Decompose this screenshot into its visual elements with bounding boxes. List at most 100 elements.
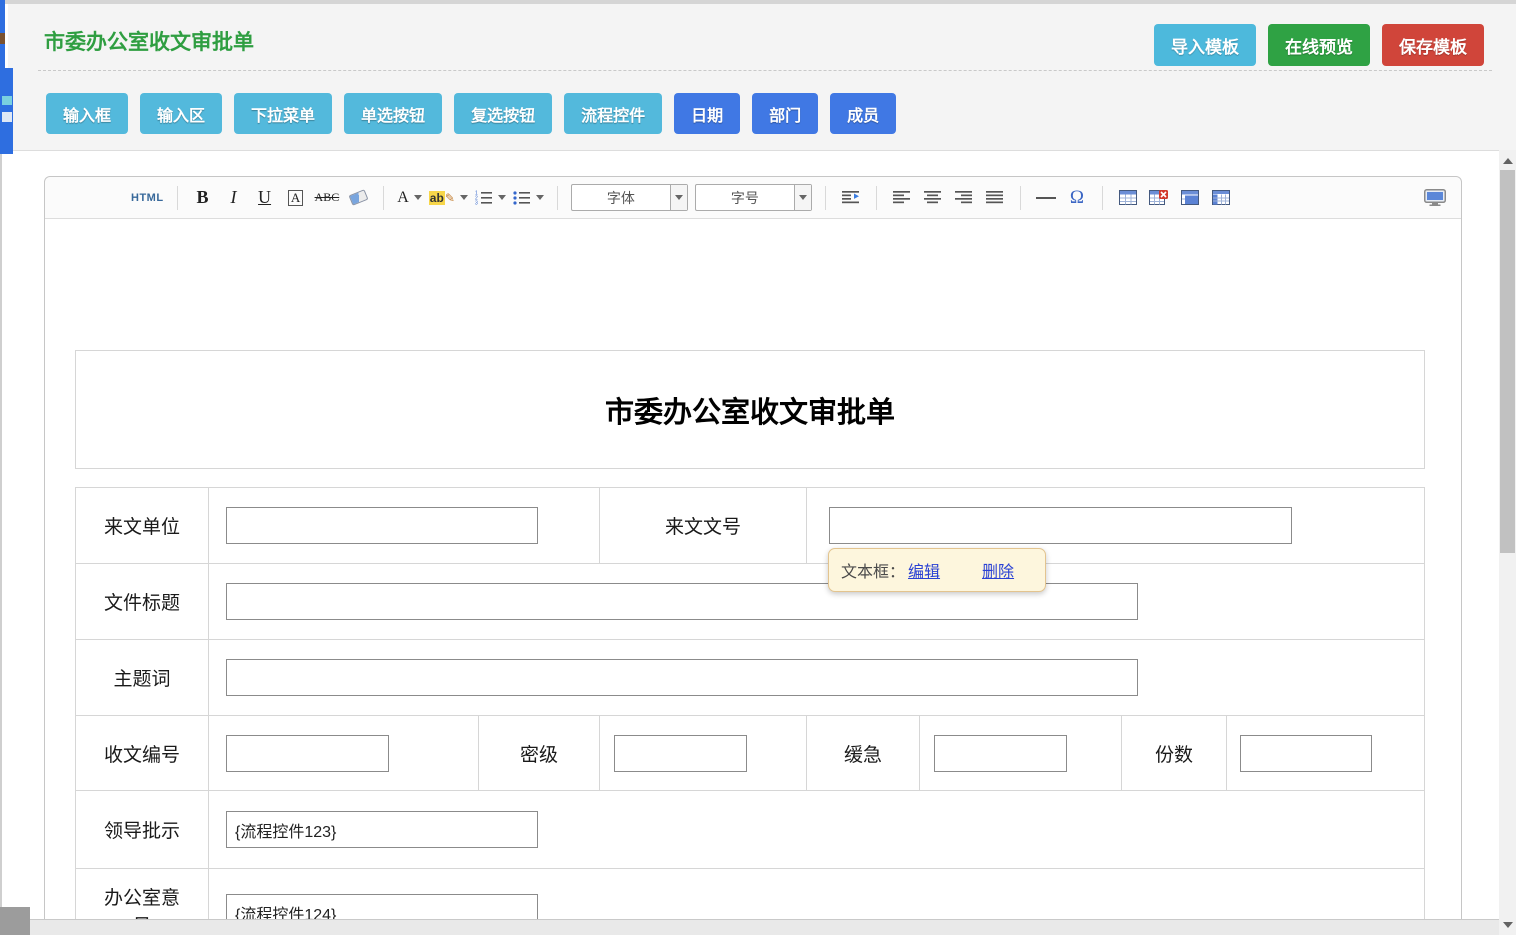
font-size-select[interactable]: 字号 [695, 184, 812, 211]
field-label: 来文单位 [76, 512, 208, 539]
indent-icon[interactable] [839, 185, 863, 211]
window-left-edge [0, 154, 2, 914]
table-row: 文件标题 [76, 563, 1424, 639]
field-label: 领导批示 [76, 816, 208, 843]
chevron-down-icon [414, 195, 422, 200]
copies-count-input[interactable] [1240, 735, 1372, 772]
toolbar-separator [177, 186, 178, 210]
field-label: 份数 [1122, 740, 1226, 767]
table-row: 收文编号 密级 缓急 份数 [76, 715, 1424, 790]
table-row: 来文单位 来文文号 [76, 488, 1424, 563]
bold-icon[interactable]: B [191, 185, 215, 211]
window-bottom-corner [0, 907, 30, 935]
secrecy-level-input[interactable] [614, 735, 747, 772]
editor-toolbar: HTML B I U A ABC A ab ✎ 1 2 3 [45, 177, 1461, 219]
editor-document[interactable]: 市委办公室收文审批单 来文单位 来文文号 文件标题 [45, 219, 1461, 935]
chevron-down-icon [460, 195, 468, 200]
html-source-button[interactable]: HTML [131, 185, 164, 211]
incoming-doc-number-input[interactable] [829, 507, 1292, 544]
background-window-icon [0, 33, 5, 44]
widget-button-row: 输入框 输入区 下拉菜单 单选按钮 复选按钮 流程控件 日期 部门 成员 [46, 93, 896, 134]
widget-date-button[interactable]: 日期 [674, 93, 740, 134]
delete-field-link[interactable]: 删除 [982, 558, 1014, 582]
field-tooltip: 文本框： 编辑 删除 [828, 548, 1046, 592]
widget-member-button[interactable]: 成员 [830, 93, 896, 134]
insert-table-icon[interactable] [1116, 185, 1140, 211]
chevron-down-icon [670, 185, 687, 210]
remove-format-eraser-icon[interactable] [346, 185, 370, 211]
import-template-button[interactable]: 导入模板 [1154, 24, 1256, 66]
incoming-unit-input[interactable] [226, 507, 538, 544]
highlight-color-icon[interactable]: ab ✎ [429, 185, 468, 211]
underline-icon[interactable]: U [253, 185, 277, 211]
background-window-icon [2, 112, 12, 122]
field-label: 缓急 [807, 740, 919, 767]
delete-table-icon[interactable] [1147, 185, 1171, 211]
align-right-icon[interactable] [952, 185, 976, 211]
document-blank-area [75, 469, 1461, 487]
form-title: 市委办公室收文审批单 [605, 389, 895, 431]
subject-words-input[interactable] [226, 659, 1138, 696]
ordered-list-icon[interactable]: 1 2 3 [475, 185, 506, 211]
horizontal-rule-icon[interactable] [1034, 185, 1058, 211]
scroll-down-button[interactable] [1499, 916, 1516, 933]
widget-checkbox-button[interactable]: 复选按钮 [454, 93, 552, 134]
font-family-select[interactable]: 字体 [571, 184, 688, 211]
chevron-down-icon [794, 185, 811, 210]
tooltip-label: 文本框： [841, 558, 905, 582]
svg-text:3: 3 [475, 201, 478, 206]
field-label: 文件标题 [76, 588, 208, 615]
widget-input-box-button[interactable]: 输入框 [46, 93, 128, 134]
fullscreen-monitor-icon[interactable] [1423, 185, 1447, 211]
form-table: 来文单位 来文文号 文件标题 主题词 [75, 487, 1425, 935]
field-label: 收文编号 [76, 740, 208, 767]
align-justify-icon[interactable] [983, 185, 1007, 211]
widget-dropdown-button[interactable]: 下拉菜单 [234, 93, 332, 134]
page-title: 市委办公室收文审批单 [44, 26, 254, 56]
widget-radio-button[interactable]: 单选按钮 [344, 93, 442, 134]
scrollbar-thumb[interactable] [1500, 170, 1515, 553]
widget-flow-control-button[interactable]: 流程控件 [564, 93, 662, 134]
edit-field-link[interactable]: 编辑 [908, 558, 940, 582]
background-window-icon [2, 96, 12, 105]
toolbar-separator [825, 186, 826, 210]
field-label: 来文文号 [600, 512, 806, 539]
align-center-icon[interactable] [921, 185, 945, 211]
form-title-box: 市委办公室收文审批单 [75, 350, 1425, 469]
save-template-button[interactable]: 保存模板 [1382, 24, 1484, 66]
online-preview-button[interactable]: 在线预览 [1268, 24, 1370, 66]
toolbar-separator [1102, 186, 1103, 210]
special-character-icon[interactable]: Ω [1065, 185, 1089, 211]
receipt-number-input[interactable] [226, 735, 389, 772]
field-label: 主题词 [76, 664, 208, 691]
vertical-scrollbar[interactable] [1499, 150, 1516, 935]
field-label: 密级 [479, 740, 599, 767]
table-column-icon[interactable] [1209, 185, 1233, 211]
table-row: 主题词 [76, 639, 1424, 715]
urgency-input[interactable] [934, 735, 1067, 772]
italic-icon[interactable]: I [222, 185, 246, 211]
table-row: 领导批示 [76, 790, 1424, 868]
chevron-down-icon [536, 195, 544, 200]
border-text-icon[interactable]: A [284, 185, 308, 211]
toolbar-separator [876, 186, 877, 210]
toolbar-separator [1020, 186, 1021, 210]
strikethrough-icon[interactable]: ABC [315, 185, 340, 211]
table-cell-properties-icon[interactable] [1178, 185, 1202, 211]
dashed-divider [38, 70, 1492, 71]
align-left-icon[interactable] [890, 185, 914, 211]
chevron-down-icon [498, 195, 506, 200]
background-window-sliver [0, 68, 13, 154]
scroll-up-button[interactable] [1499, 152, 1516, 169]
font-color-icon[interactable]: A [397, 185, 422, 211]
leader-instructions-input[interactable] [226, 811, 538, 848]
toolbar-separator [557, 186, 558, 210]
horizontal-scrollbar-track[interactable] [30, 919, 1499, 935]
widget-department-button[interactable]: 部门 [752, 93, 818, 134]
unordered-list-icon[interactable] [513, 185, 544, 211]
widget-textarea-button[interactable]: 输入区 [140, 93, 222, 134]
header-actions: 导入模板 在线预览 保存模板 [1154, 24, 1484, 66]
toolbar-separator [383, 186, 384, 210]
document-blank-area [75, 219, 1461, 350]
header: 市委办公室收文审批单 导入模板 在线预览 保存模板 输入框 输入区 下拉菜单 单… [8, 4, 1516, 151]
